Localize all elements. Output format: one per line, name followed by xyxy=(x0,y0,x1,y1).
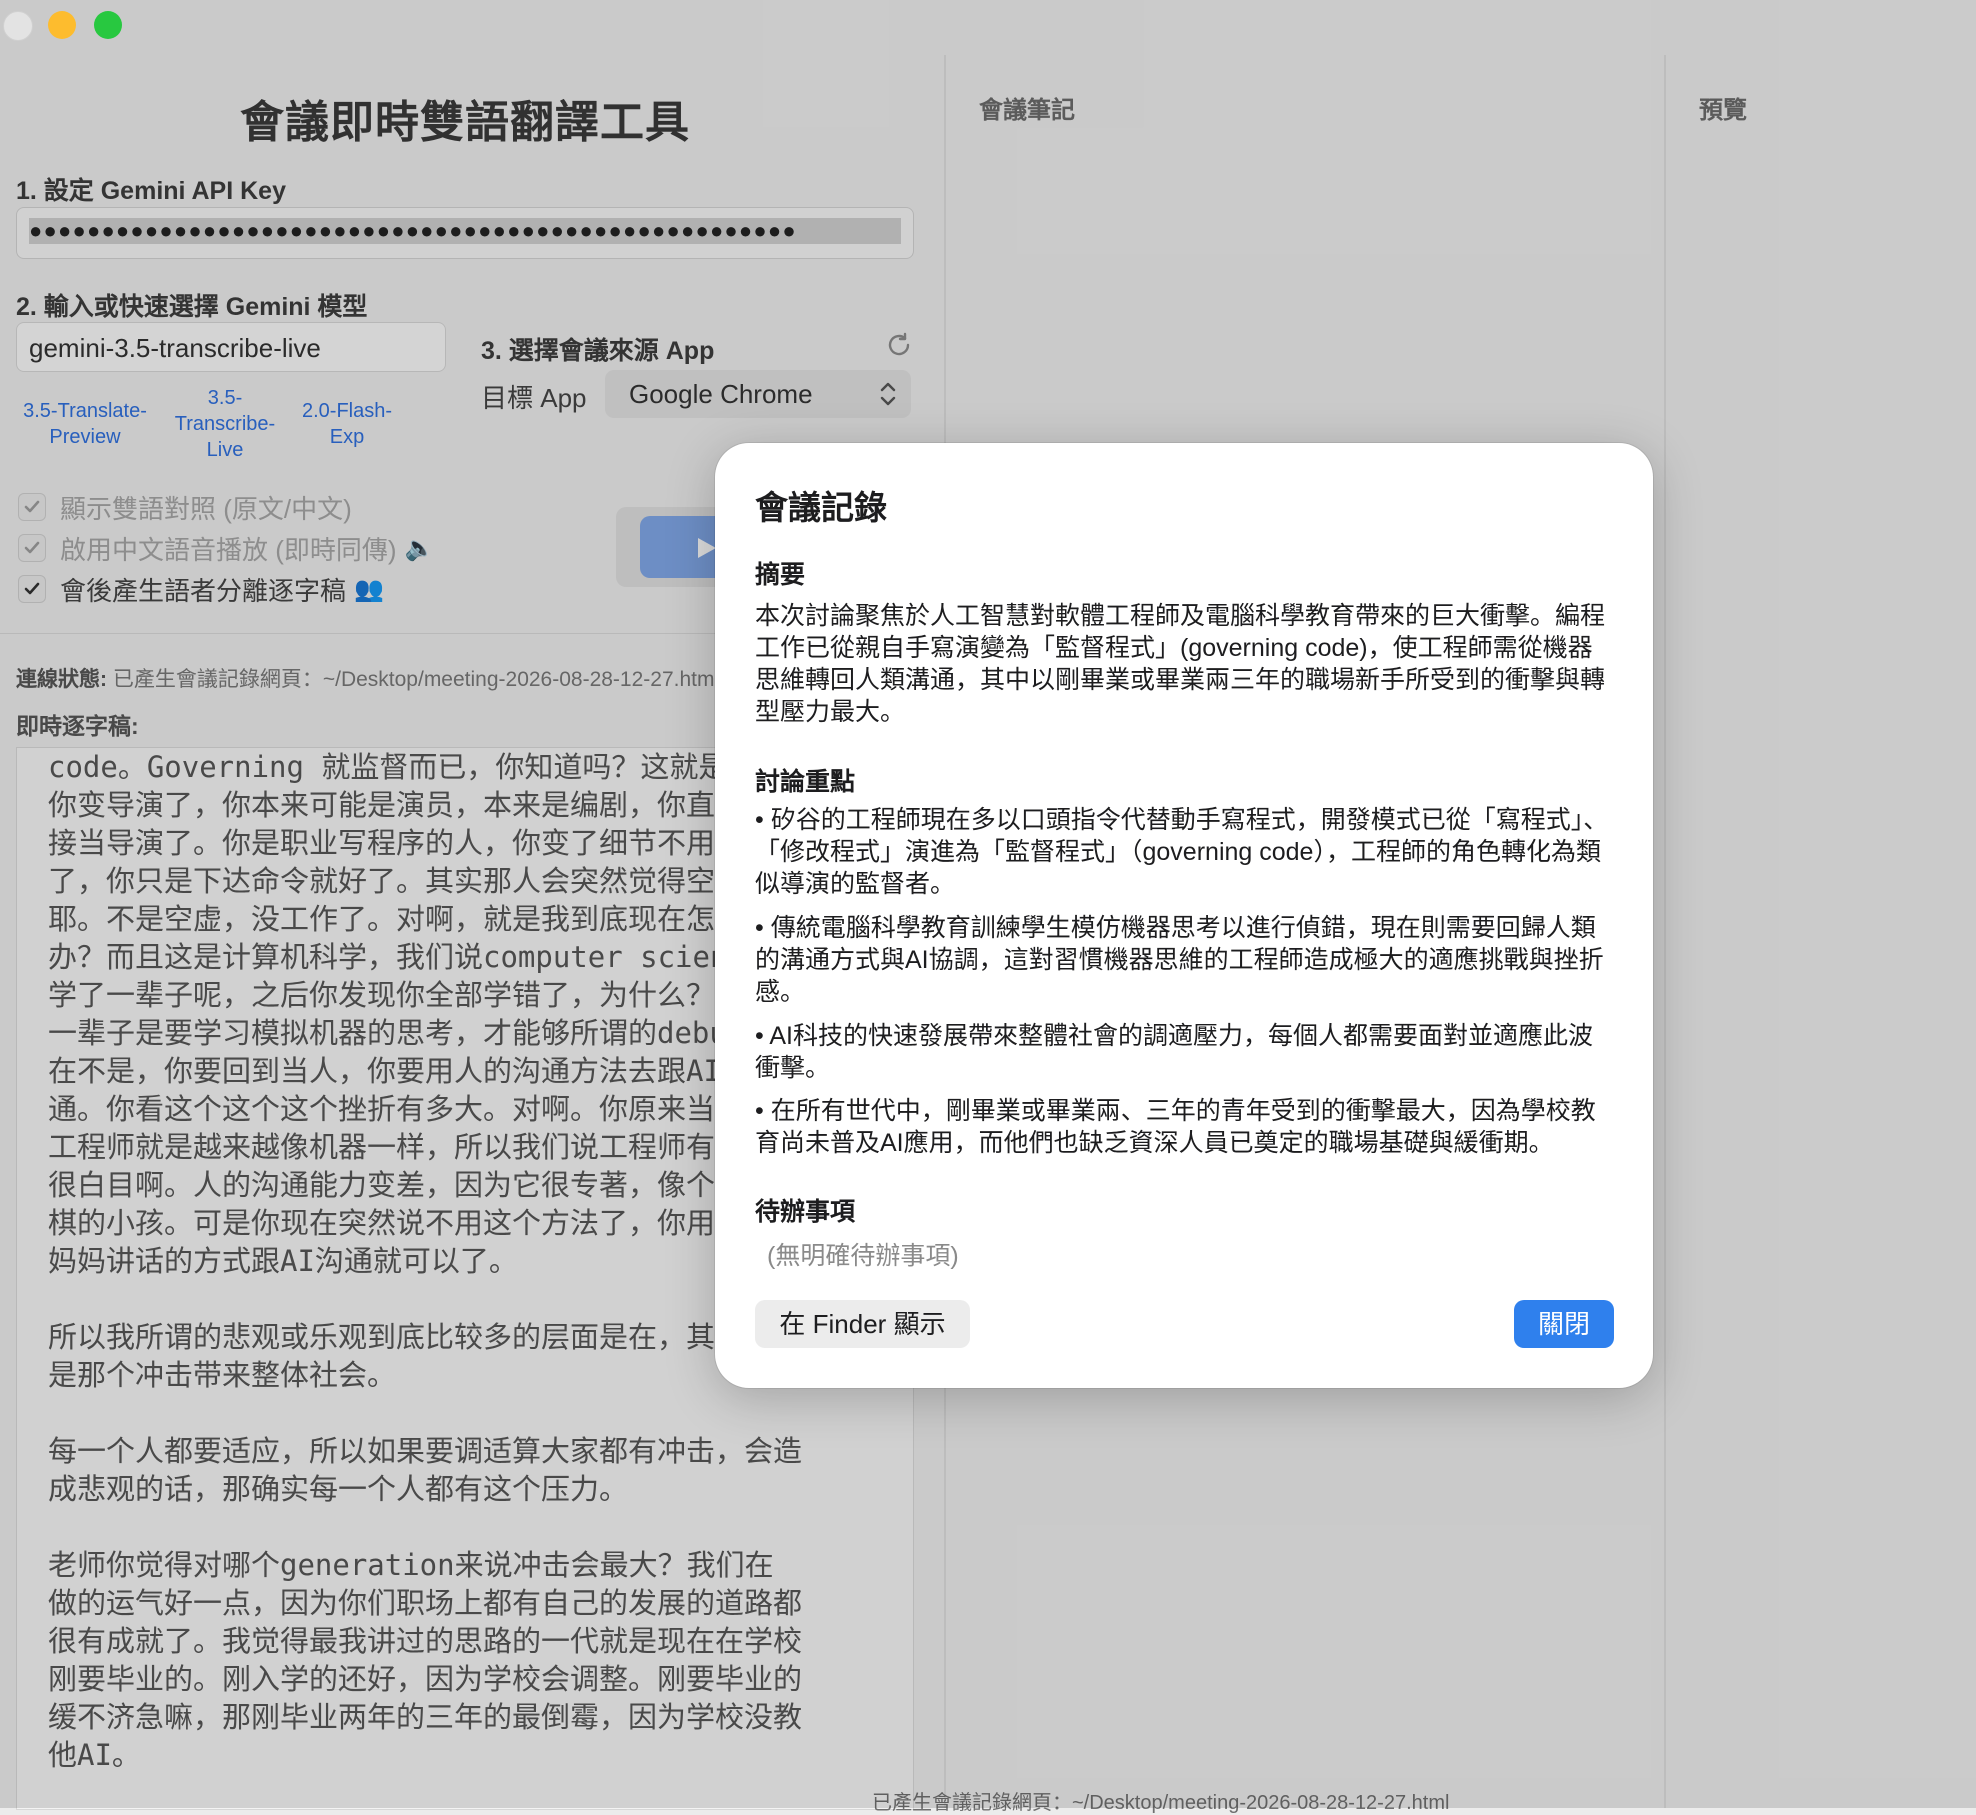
window-zoom-button[interactable] xyxy=(94,11,122,39)
close-button[interactable]: 關閉 xyxy=(1514,1300,1614,1348)
summary-text: 本次討論聚焦於人工智慧對軟體工程師及電腦科學教育帶來的巨大衝擊。編程工作已從親自… xyxy=(755,602,1606,726)
discussion-heading: 討論重點 xyxy=(755,768,856,796)
discussion-point: • 矽谷的工程師現在多以口頭指令代替動手寫程式，開發模式已從「寫程式」、「修改程… xyxy=(755,806,1609,898)
discussion-point: • 在所有世代中，剛畢業或畢業兩、三年的青年受到的衝擊最大，因為學校教育尚未普及… xyxy=(755,1097,1596,1157)
discussion-point: • 傳統電腦科學教育訓練學生模仿機器思考以進行偵錯，現在則需要回歸人類的溝通方式… xyxy=(755,914,1604,1006)
show-in-finder-button[interactable]: 在 Finder 顯示 xyxy=(755,1300,970,1348)
todo-empty: (無明確待辦事項) xyxy=(767,1242,959,1270)
summary-heading: 摘要 xyxy=(755,561,806,589)
window-minimize-button[interactable] xyxy=(48,11,76,39)
window-close-button[interactable] xyxy=(3,11,33,41)
discussion-point: • AI科技的快速發展帶來整體社會的調適壓力，每個人都需要面對並適應此波衝擊。 xyxy=(755,1022,1593,1082)
dialog-title: 會議記錄 xyxy=(755,489,887,526)
todo-heading: 待辦事項 xyxy=(755,1198,856,1226)
meeting-record-dialog: 會議記錄 摘要 本次討論聚焦於人工智慧對軟體工程師及電腦科學教育帶來的巨大衝擊。… xyxy=(715,443,1653,1388)
